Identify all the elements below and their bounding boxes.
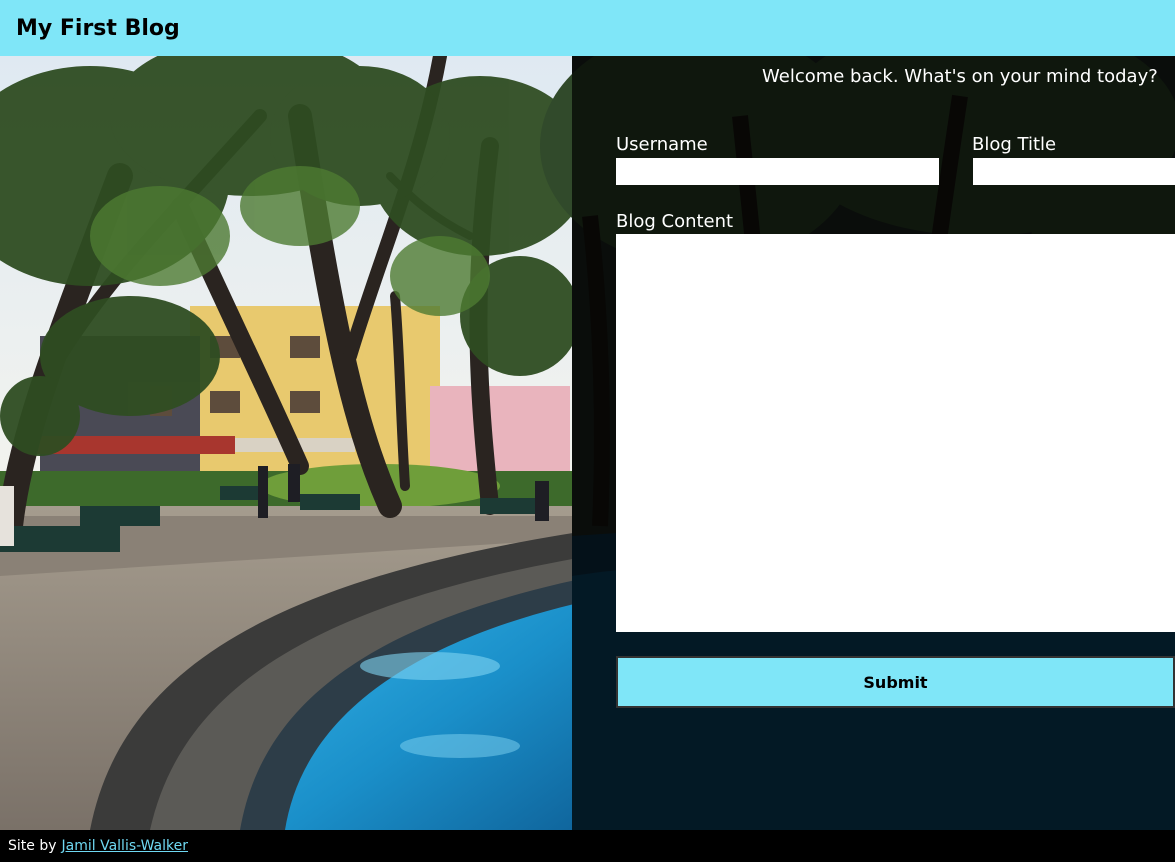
footer-credit-text: Site by (8, 838, 57, 854)
submit-button[interactable]: Submit (616, 656, 1175, 708)
site-title: My First Blog (16, 15, 180, 41)
blog-title-label: Blog Title (972, 134, 1057, 155)
blog-content-textarea[interactable] (616, 234, 1175, 632)
welcome-message: Welcome back. What's on your mind today? (762, 66, 1158, 87)
site-footer: Site by Jamil Vallis-Walker (0, 830, 1175, 862)
blog-content-label: Blog Content (616, 211, 734, 232)
blog-title-input[interactable] (973, 158, 1175, 185)
username-label: Username (616, 134, 708, 155)
username-input[interactable] (616, 158, 939, 185)
author-link[interactable]: Jamil Vallis-Walker (62, 838, 189, 854)
site-header: My First Blog (0, 0, 1175, 56)
